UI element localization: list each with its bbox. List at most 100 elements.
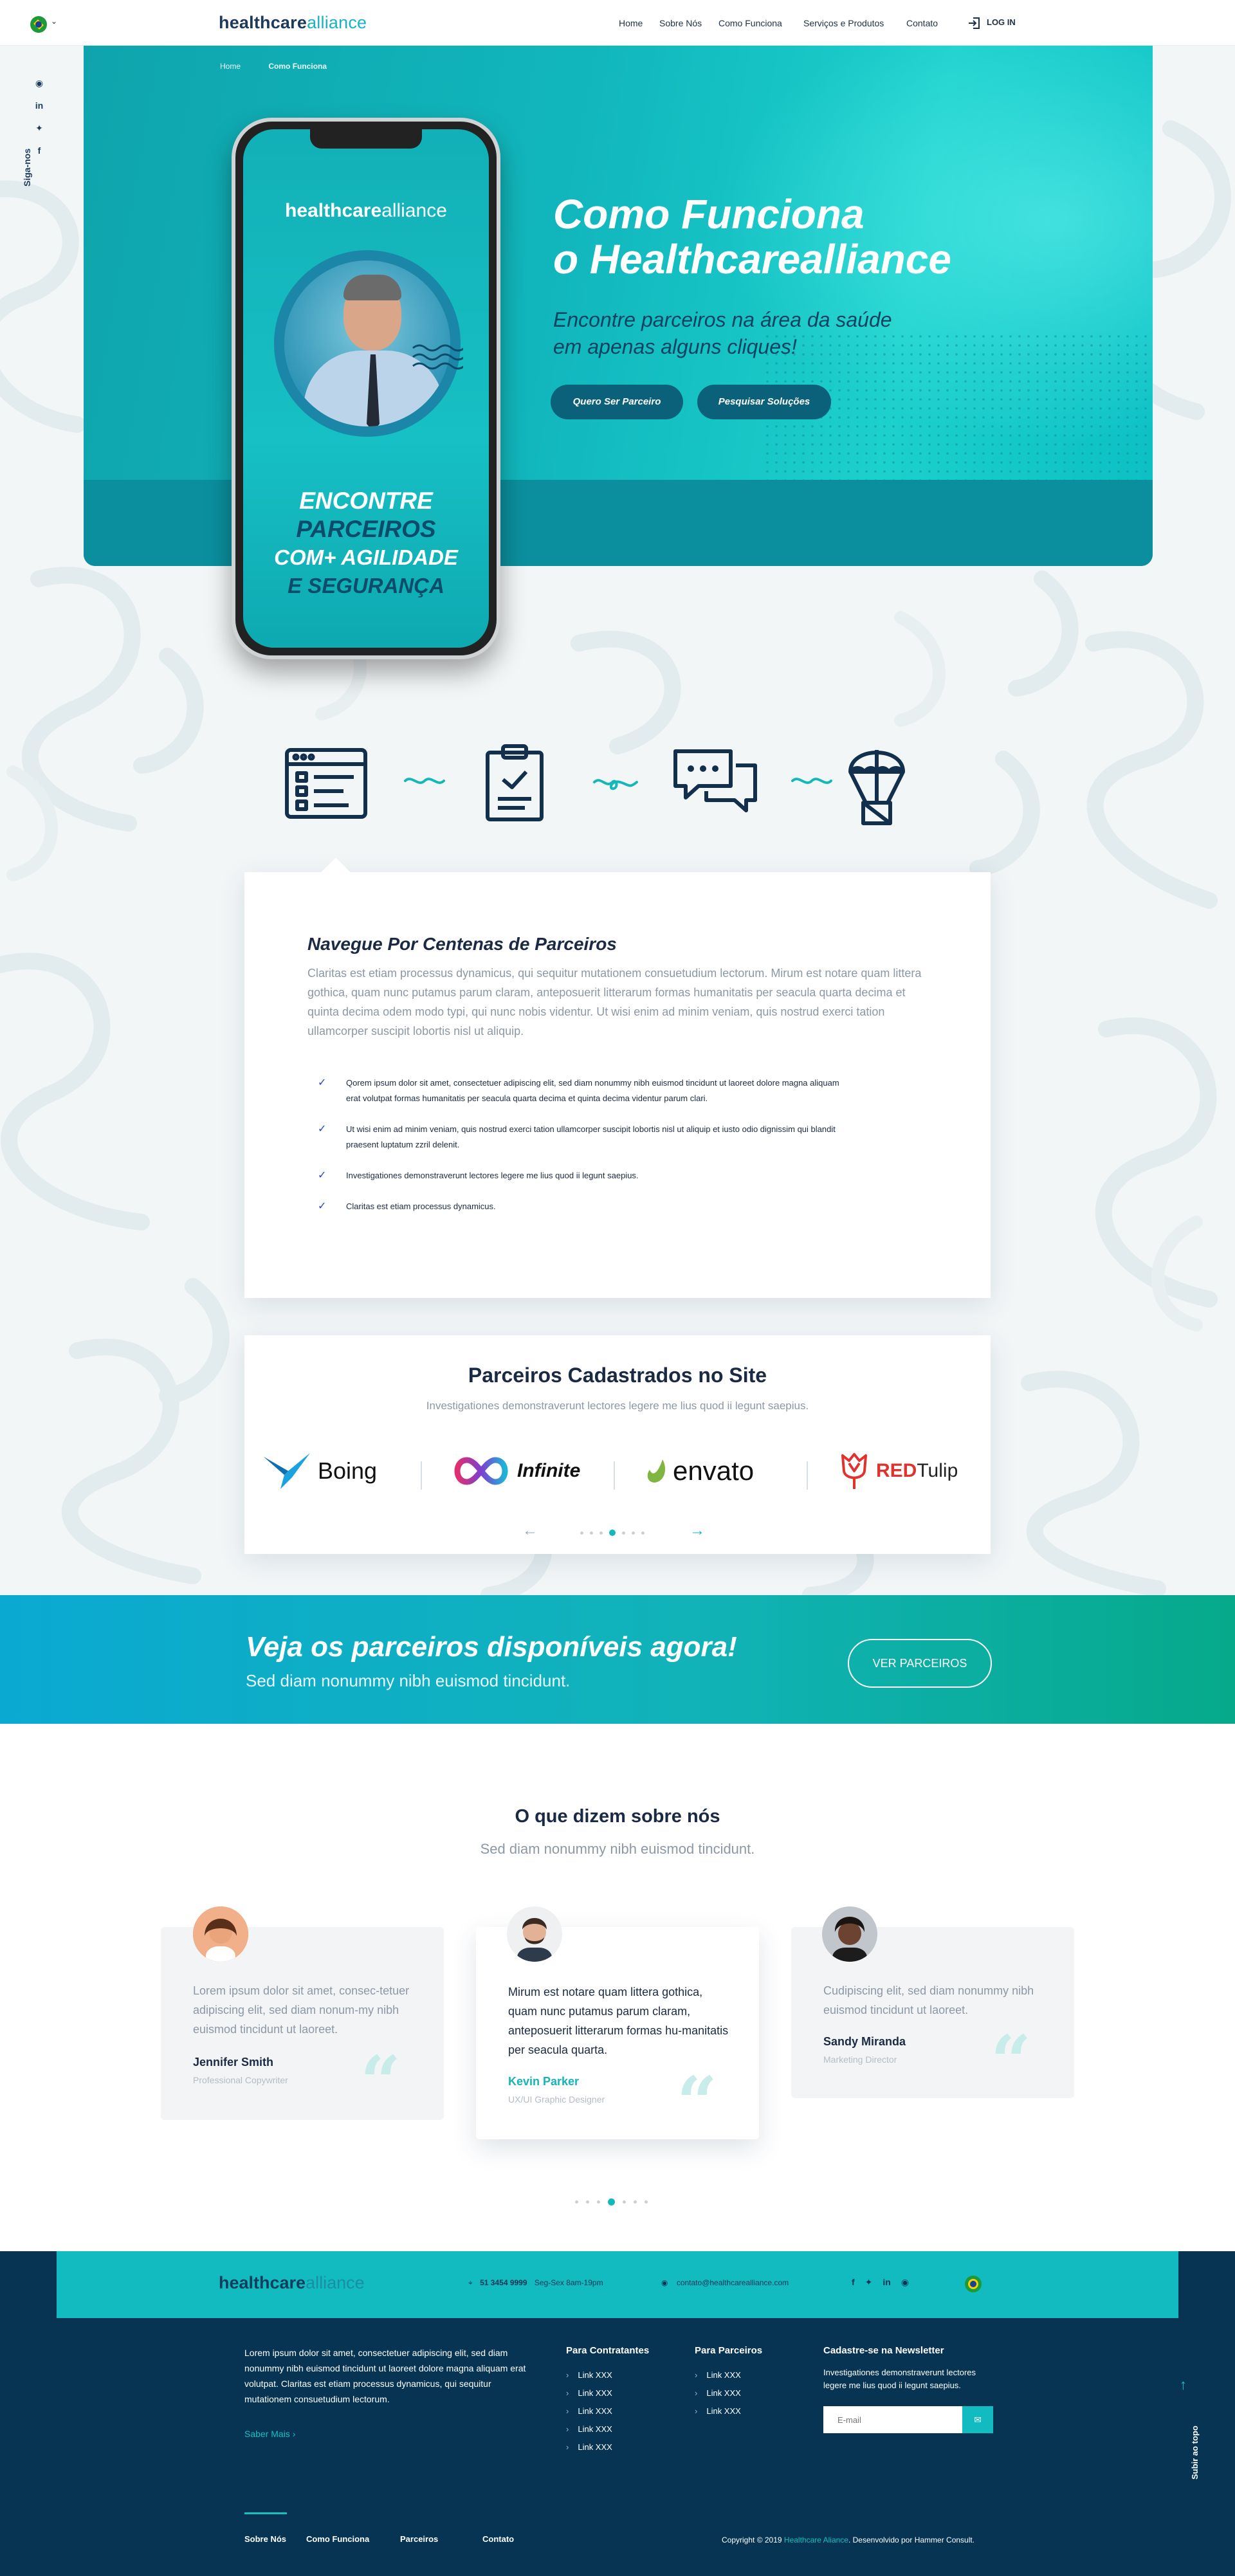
chat-bubbles-icon: [672, 746, 759, 818]
copyright: Copyright © 2019 Healthcare Aliance. Des…: [722, 2535, 975, 2544]
nav-sobre-nos[interactable]: Sobre Nós: [659, 18, 702, 28]
cta-title: Veja os parceiros disponíveis agora!: [246, 1631, 737, 1663]
phone-notch: [310, 129, 422, 149]
chevron-right-icon: ›: [292, 2429, 296, 2439]
footer-link[interactable]: Link XXX: [695, 2384, 762, 2402]
login-link[interactable]: LOG IN: [987, 17, 1016, 27]
carousel-dot[interactable]: [597, 2200, 600, 2204]
nav-contato[interactable]: Contato: [906, 18, 938, 28]
social-rail: ◉ in ✦ f Siga-nos: [22, 77, 46, 187]
linkedin-icon[interactable]: in: [33, 100, 45, 111]
nav-como-funciona[interactable]: Como Funciona: [718, 18, 782, 28]
envato-leaf-icon: [647, 1459, 665, 1483]
footer-email[interactable]: ◉ contato@healthcarealliance.com: [661, 2278, 789, 2287]
navigate-checklist: ✓ Qorem ipsum dolor sit amet, consectetue…: [318, 1075, 848, 1230]
send-mail-icon[interactable]: ✉: [962, 2406, 993, 2433]
carousel-dot[interactable]: [586, 2200, 589, 2204]
list-item: ✓ Investigationes demonstraverunt lectore…: [318, 1168, 848, 1183]
brand-infinite[interactable]: Infinite: [452, 1448, 580, 1494]
carousel-dot[interactable]: [599, 1531, 603, 1535]
carousel-dot[interactable]: [641, 1531, 645, 1535]
squiggle-connector-icon: [791, 778, 832, 784]
become-partner-button[interactable]: Quero Ser Parceiro: [551, 385, 683, 419]
footer-link[interactable]: Link XXX: [695, 2402, 762, 2420]
footer-about: Lorem ipsum dolor sit amet, consectetuer…: [244, 2348, 526, 2404]
learn-more-link[interactable]: Saber Mais ›: [244, 2429, 295, 2439]
location-pin-icon: ⌖: [468, 2278, 473, 2287]
cta-subtitle: Sed diam nonummy nibh euismod tincidunt.: [246, 1671, 571, 1690]
squiggle-connector-icon: [404, 778, 445, 784]
hero-title: Como Funciona o Healthcarealliance: [553, 191, 951, 282]
phone-logo: healthcarealliance: [285, 200, 447, 221]
footer-link[interactable]: Link XXX: [566, 2384, 649, 2402]
brand-divider: [614, 1461, 615, 1490]
brazil-flag-icon[interactable]: [30, 16, 47, 33]
list-item: ✓ Claritas est etiam processus dynamicus.: [318, 1199, 848, 1214]
footer-link-contato[interactable]: Contato: [482, 2534, 514, 2544]
carousel-prev-arrow-icon[interactable]: ←: [522, 1522, 538, 1540]
newsletter-email-input[interactable]: [823, 2406, 962, 2433]
footer-link-parceiros[interactable]: Parceiros: [400, 2534, 438, 2544]
footer-link[interactable]: Link XXX: [566, 2402, 649, 2420]
twitter-icon[interactable]: ✦: [33, 122, 45, 134]
wave-decoration-icon: [412, 344, 463, 370]
view-partners-button[interactable]: VER PARCEIROS: [848, 1639, 992, 1688]
nav-servicos-produtos[interactable]: Serviços e Produtos: [803, 18, 884, 28]
footer-link-sobre-nos[interactable]: Sobre Nós: [244, 2534, 286, 2544]
breadcrumb: Home Como Funciona: [220, 62, 327, 71]
rss-icon[interactable]: ◉: [901, 2277, 909, 2288]
email-icon: ◉: [661, 2278, 668, 2287]
chevron-down-icon[interactable]: ⌄: [51, 17, 57, 26]
follow-us-label: Siga-nos: [22, 148, 32, 187]
brand-divider: [421, 1461, 422, 1490]
footer-link[interactable]: Link XXX: [566, 2420, 649, 2438]
testimonials-carousel-dots: [575, 2198, 648, 2206]
breadcrumb-current: Como Funciona: [268, 62, 327, 71]
parachute-box-icon: [848, 744, 906, 826]
footer-col-contratantes: Para Contratantes Link XXX Link XXX Link…: [566, 2345, 649, 2456]
carousel-dot-active[interactable]: [609, 1530, 616, 1536]
facebook-icon[interactable]: f: [33, 145, 45, 156]
arrow-up-icon[interactable]: ↑: [1180, 2377, 1187, 2393]
phone-mockup: healthcarealliance ENCONTRE PARCEIROS CO…: [232, 118, 500, 659]
site-logo[interactable]: healthcarealliance: [219, 13, 367, 33]
nav-home[interactable]: Home: [619, 18, 643, 28]
footer-link-como-funciona[interactable]: Como Funciona: [306, 2534, 369, 2544]
carousel-dot[interactable]: [623, 2200, 626, 2204]
footer-link[interactable]: Link XXX: [566, 2366, 649, 2384]
cta-banner: Veja os parceiros disponíveis agora! Sed…: [0, 1595, 1235, 1724]
footer-link[interactable]: Link XXX: [566, 2438, 649, 2456]
breadcrumb-home[interactable]: Home: [220, 62, 241, 71]
carousel-dot-active[interactable]: [608, 2198, 615, 2206]
hero-subtitle: Encontre parceiros na área da saúde em a…: [553, 308, 892, 358]
carousel-dot[interactable]: [575, 2200, 578, 2204]
navigate-partners-card: Navegue Por Centenas de Parceiros Clarit…: [244, 872, 991, 1298]
carousel-dot[interactable]: [590, 1531, 593, 1535]
carousel-dot[interactable]: [632, 1531, 635, 1535]
login-icon[interactable]: [968, 17, 981, 29]
rss-icon[interactable]: ◉: [33, 77, 45, 89]
twitter-icon[interactable]: ✦: [865, 2277, 873, 2288]
carousel-next-arrow-icon[interactable]: →: [690, 1522, 705, 1540]
brand-boing[interactable]: Boing: [262, 1448, 377, 1494]
red-tulip-logo-icon: [841, 1453, 867, 1489]
footer-link[interactable]: Link XXX: [695, 2366, 762, 2384]
top-navbar: ⌄ healthcarealliance Home Sobre Nós Como…: [0, 0, 1235, 45]
carousel-dot[interactable]: [645, 2200, 648, 2204]
quote-mark-icon: “: [991, 2020, 1032, 2103]
search-solutions-button[interactable]: Pesquisar Soluções: [697, 385, 831, 419]
check-icon: ✓: [318, 1170, 327, 1181]
back-to-top[interactable]: ↑ Subir ao topo: [1177, 2377, 1200, 2492]
linkedin-icon[interactable]: in: [883, 2277, 890, 2288]
footer-contact-bar: healthcarealliance ⌖ 51 3454 9999 Seg-Se…: [57, 2251, 1178, 2318]
footer-logo[interactable]: healthcarealliance: [219, 2273, 365, 2293]
infinity-logo-icon: [454, 1457, 508, 1485]
footer: healthcarealliance ⌖ 51 3454 9999 Seg-Se…: [0, 2251, 1235, 2576]
brand-envato[interactable]: envato: [646, 1448, 754, 1494]
carousel-dot[interactable]: [634, 2200, 637, 2204]
brand-redtulip[interactable]: RED Tulip: [839, 1448, 958, 1494]
brazil-flag-icon[interactable]: [965, 2276, 982, 2292]
facebook-icon[interactable]: f: [852, 2277, 855, 2288]
carousel-dot[interactable]: [580, 1531, 583, 1535]
carousel-dot[interactable]: [622, 1531, 625, 1535]
